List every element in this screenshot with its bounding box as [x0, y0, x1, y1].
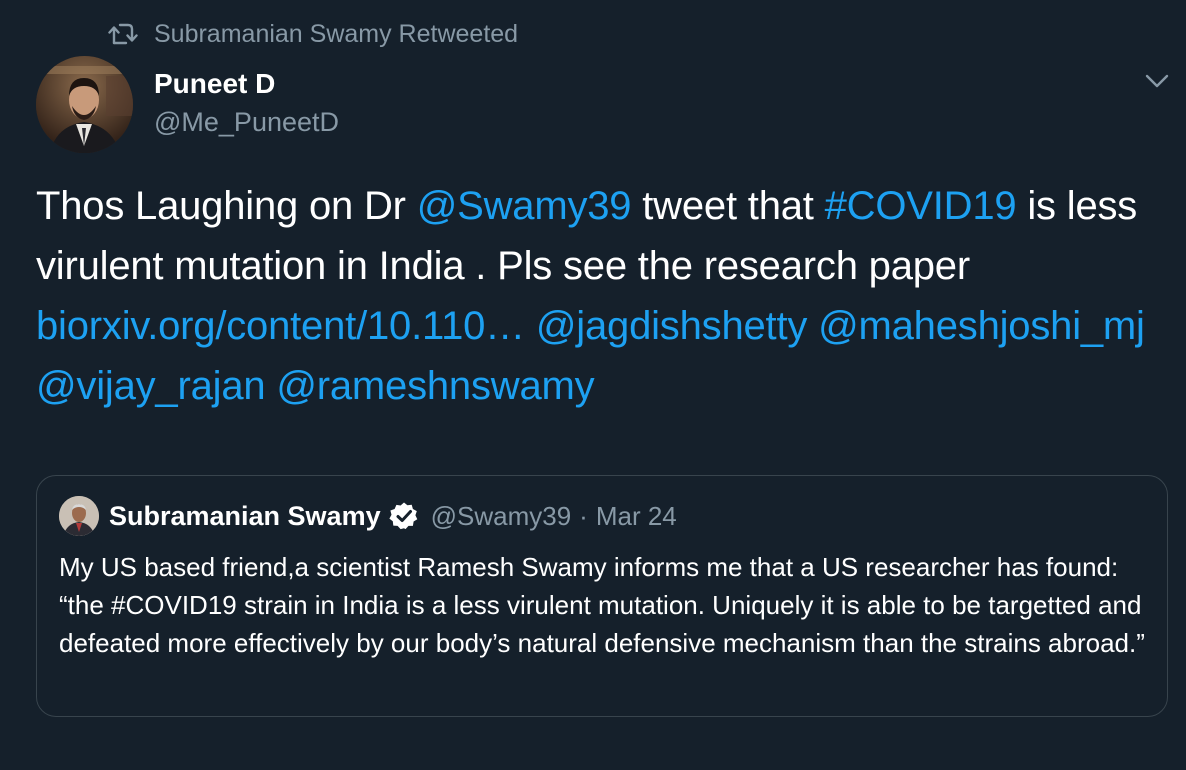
separator-dot: · [579, 500, 588, 531]
tweet-text-segment [525, 304, 536, 348]
mention-rameshnswamy[interactable]: @rameshnswamy [276, 364, 594, 408]
mention-swamy39[interactable]: @Swamy39 [417, 184, 632, 228]
chevron-down-icon[interactable] [1142, 68, 1172, 94]
tweet-text-segment: tweet that [631, 184, 825, 228]
retweet-icon [108, 21, 138, 47]
hashtag-covid19[interactable]: #COVID19 [825, 184, 1017, 228]
tweet-text-segment: Thos Laughing on Dr [36, 184, 417, 228]
mention-vijay-rajan[interactable]: @vijay_rajan [36, 364, 266, 408]
quoted-author-name: Subramanian Swamy [109, 500, 381, 531]
tweet-text-segment [265, 364, 276, 408]
tweet-card: Subramanian Swamy Retweeted Puneet D @Me… [0, 0, 1186, 770]
retweet-label[interactable]: Subramanian Swamy Retweeted [154, 20, 518, 49]
quoted-tweet-text: My US based friend,a scientist Ramesh Sw… [59, 552, 1145, 658]
author-name[interactable]: Puneet D [154, 66, 339, 102]
quoted-tweet-date[interactable]: Mar 24 [596, 501, 677, 532]
quoted-tweet[interactable]: Subramanian Swamy @Swamy39 · Mar 24 My U… [36, 475, 1168, 717]
research-paper-link[interactable]: biorxiv.org/content/10.110… [36, 304, 525, 348]
tweet-text-segment [807, 304, 818, 348]
quoted-author-handle: @Swamy39 [430, 500, 572, 531]
quoted-tweet-header: Subramanian Swamy @Swamy39 · Mar 24 [59, 496, 677, 536]
author-block: Puneet D @Me_PuneetD [154, 66, 339, 140]
retweet-banner: Subramanian Swamy Retweeted [108, 18, 518, 50]
tweet-text: Thos Laughing on Dr @Swamy39 tweet that … [36, 176, 1166, 416]
author-handle[interactable]: @Me_PuneetD [154, 104, 339, 140]
avatar[interactable] [36, 56, 133, 153]
quoted-avatar[interactable] [59, 496, 99, 536]
verified-badge-icon [389, 501, 419, 531]
mention-maheshjoshi-mj[interactable]: @maheshjoshi_mj [818, 304, 1145, 348]
mention-jagdishshetty[interactable]: @jagdishshetty [536, 304, 807, 348]
